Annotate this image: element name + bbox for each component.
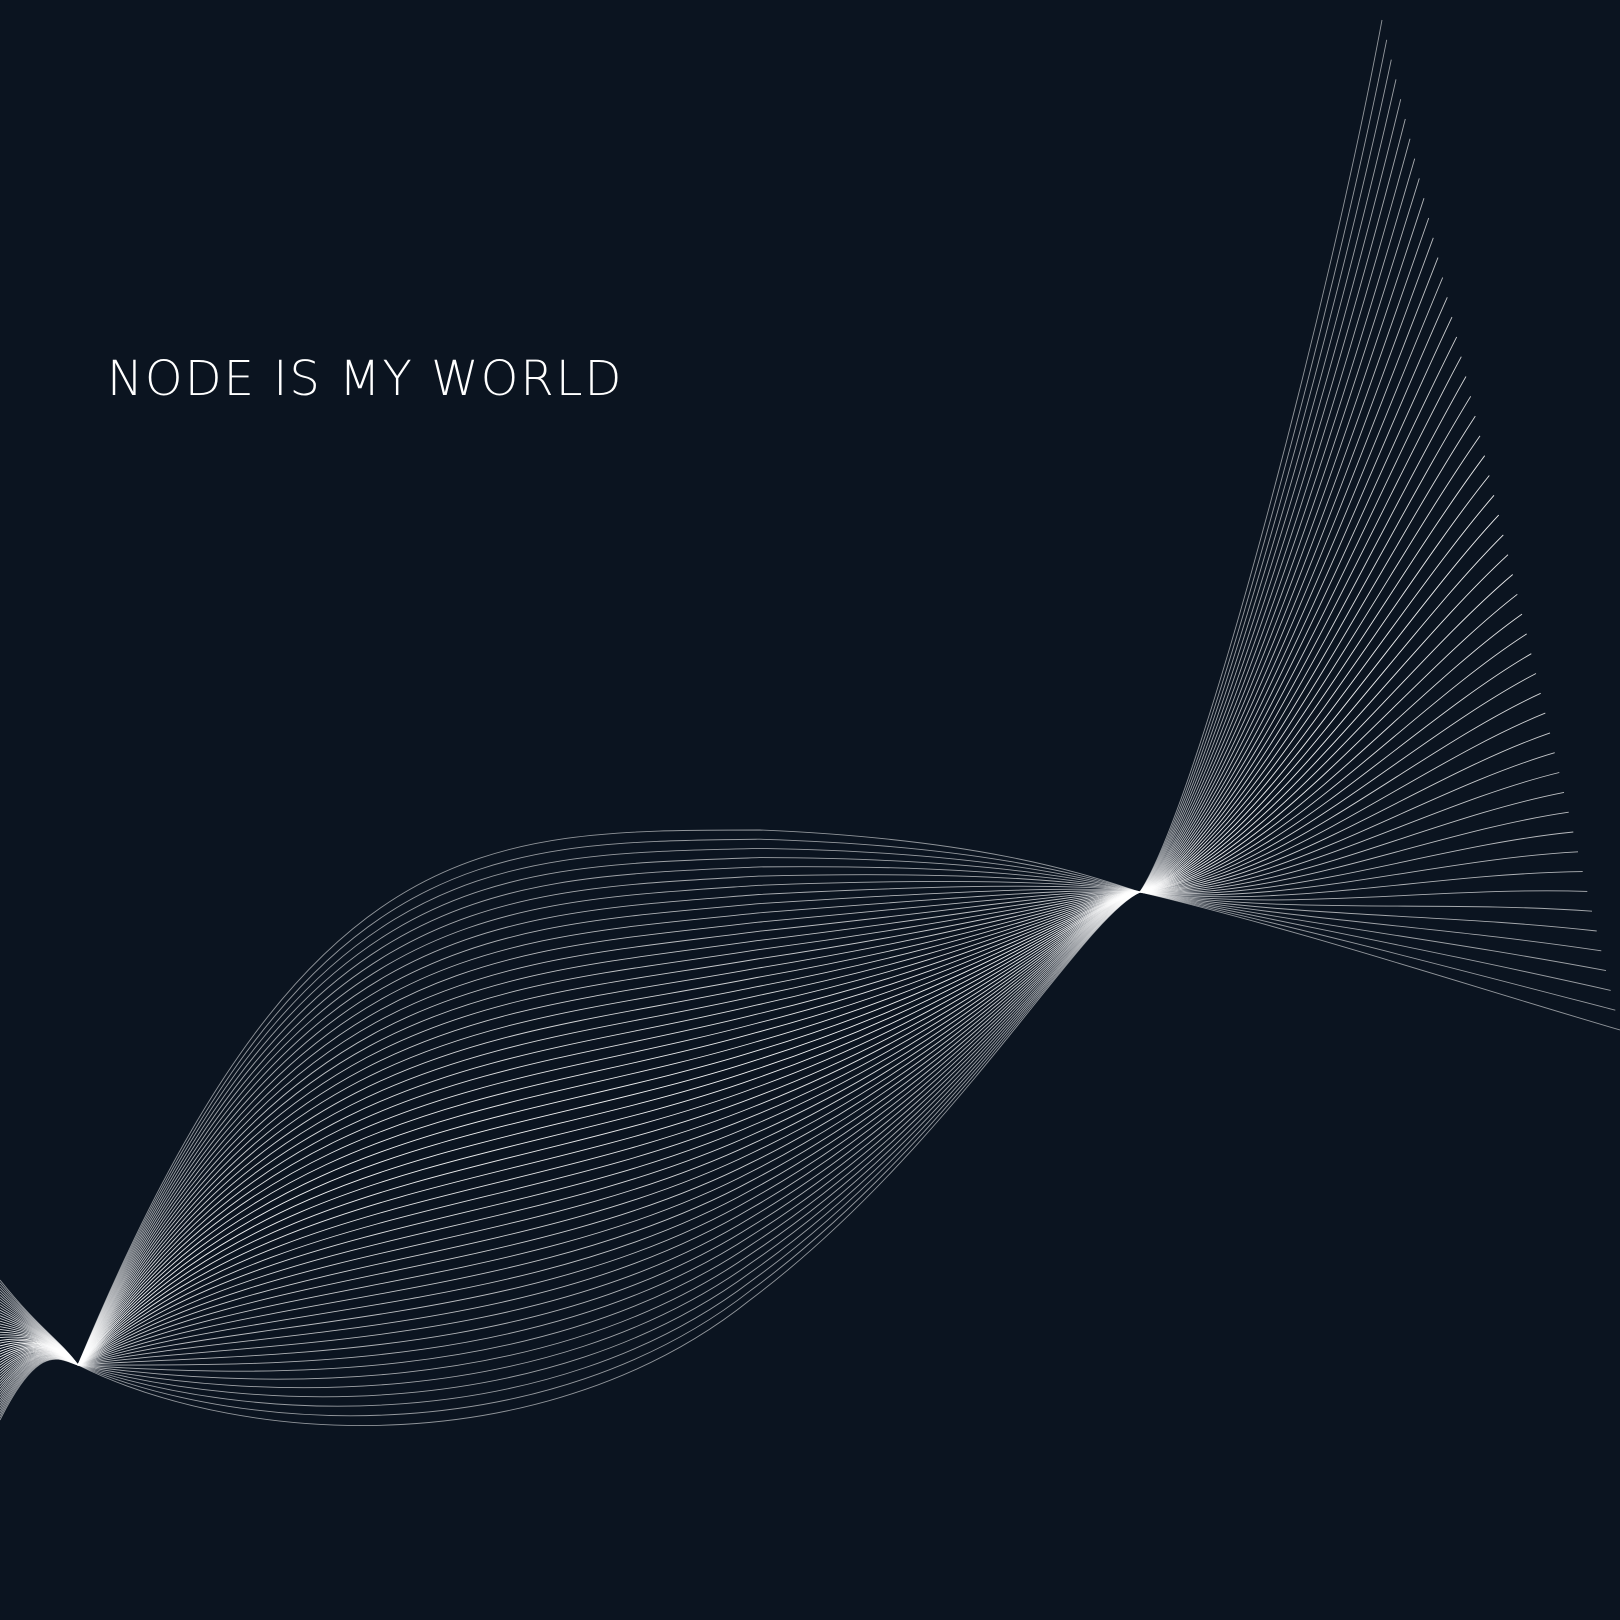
wave-line xyxy=(0,99,1402,1410)
headline: NODE IS MY WORLD xyxy=(107,351,624,407)
wave-line xyxy=(0,574,1513,1366)
wave-line xyxy=(0,118,1406,1407)
wave-line xyxy=(0,316,1453,1380)
wave-line xyxy=(0,732,1551,1366)
wave-line xyxy=(0,851,1579,1366)
wave-line xyxy=(0,866,1602,1366)
wave-line xyxy=(0,712,1546,1366)
wave-line xyxy=(0,653,1532,1366)
wave-line xyxy=(0,39,1388,1418)
wave-line xyxy=(0,415,1476,1366)
wave-line xyxy=(0,838,1616,1366)
wave-line xyxy=(0,673,1537,1366)
wave-line xyxy=(0,376,1467,1371)
wave-line xyxy=(0,514,1500,1366)
wave-line xyxy=(0,19,1383,1426)
line-wave-artwork xyxy=(0,19,1620,1426)
wave-line xyxy=(0,336,1458,1377)
wave-line xyxy=(0,593,1518,1366)
poster: NODE IS MY WORLD xyxy=(0,0,1620,1620)
wave-line xyxy=(0,534,1504,1366)
wave-line xyxy=(0,277,1444,1385)
wave-line xyxy=(0,752,1555,1366)
wave-line xyxy=(0,885,1588,1366)
wave-line xyxy=(0,613,1523,1366)
wave-line xyxy=(0,811,1569,1366)
wave-line xyxy=(0,79,1397,1413)
